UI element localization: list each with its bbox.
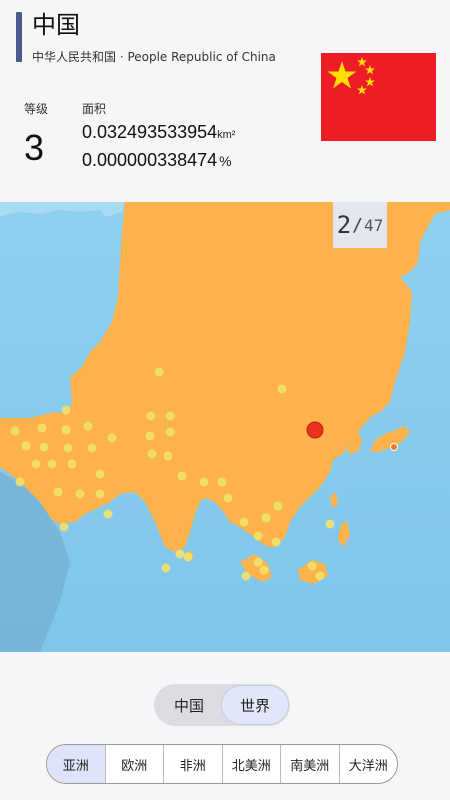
city-marker bbox=[75, 489, 85, 499]
city-marker bbox=[107, 433, 117, 443]
city-marker bbox=[253, 557, 263, 567]
city-marker bbox=[95, 489, 105, 499]
city-marker bbox=[83, 421, 93, 431]
rank-label: 等级 bbox=[24, 102, 49, 116]
city-marker bbox=[67, 459, 77, 469]
area-km2-value: 0.032493533954 bbox=[82, 122, 218, 142]
city-marker bbox=[199, 477, 209, 487]
area-km2-unit: km² bbox=[217, 129, 236, 141]
area-percent-value: 0.000000338474 bbox=[82, 150, 218, 170]
city-marker bbox=[273, 501, 283, 511]
title-accent-bar bbox=[16, 12, 22, 62]
area-label: 面积 bbox=[82, 102, 107, 116]
tab-north-america[interactable]: 北美洲 bbox=[223, 745, 281, 783]
continent-tabs: 亚洲 欧洲 非洲 北美洲 南美洲 大洋洲 bbox=[46, 744, 398, 784]
tab-asia[interactable]: 亚洲 bbox=[47, 745, 106, 783]
area-percent-row: 0.000000338474% bbox=[82, 148, 232, 173]
city-marker bbox=[103, 509, 113, 519]
city-marker bbox=[39, 442, 49, 452]
city-marker bbox=[154, 367, 164, 377]
country-title: 中国 bbox=[32, 11, 80, 39]
city-marker bbox=[95, 469, 105, 479]
city-marker bbox=[277, 384, 287, 394]
city-marker bbox=[177, 471, 187, 481]
china-flag-icon bbox=[321, 53, 436, 141]
city-marker bbox=[53, 487, 63, 497]
city-marker bbox=[325, 519, 335, 529]
page-total: 47 bbox=[364, 215, 384, 235]
city-marker bbox=[87, 443, 97, 453]
city-marker bbox=[47, 459, 57, 469]
city-marker bbox=[31, 459, 41, 469]
city-marker bbox=[165, 411, 175, 421]
city-marker bbox=[259, 565, 269, 575]
city-marker bbox=[10, 426, 20, 436]
map-canvas[interactable] bbox=[0, 202, 450, 652]
city-marker bbox=[161, 563, 171, 573]
page-current: 2 bbox=[336, 211, 352, 239]
area-percent-unit: % bbox=[219, 153, 232, 169]
country-header: 中国 中华人民共和国 · People Republic of China 等级… bbox=[0, 0, 450, 200]
city-marker bbox=[217, 477, 227, 487]
city-marker bbox=[61, 405, 71, 415]
tokyo-pin[interactable] bbox=[390, 443, 398, 451]
city-marker bbox=[146, 411, 156, 421]
city-marker bbox=[261, 513, 271, 523]
city-marker bbox=[307, 561, 317, 571]
tab-europe[interactable]: 欧洲 bbox=[106, 745, 164, 783]
city-marker bbox=[21, 441, 31, 451]
tab-africa[interactable]: 非洲 bbox=[164, 745, 223, 783]
tab-oceania[interactable]: 大洋洲 bbox=[340, 745, 398, 783]
city-marker bbox=[239, 517, 249, 527]
city-marker bbox=[241, 571, 251, 581]
city-marker bbox=[223, 493, 233, 503]
city-marker bbox=[163, 451, 173, 461]
city-marker bbox=[63, 443, 73, 453]
city-marker bbox=[165, 427, 175, 437]
rank-value: 3 bbox=[24, 127, 45, 168]
city-marker bbox=[175, 549, 185, 559]
capital-pin[interactable] bbox=[306, 421, 324, 439]
page-separator: / bbox=[352, 214, 364, 236]
page-indicator: 2/47 bbox=[333, 202, 387, 248]
area-km2-row: 0.032493533954km² bbox=[82, 120, 235, 147]
city-marker bbox=[37, 423, 47, 433]
toggle-world[interactable]: 世界 bbox=[222, 686, 288, 724]
city-marker bbox=[145, 431, 155, 441]
city-marker bbox=[15, 477, 25, 487]
city-marker bbox=[61, 425, 71, 435]
scope-toggle[interactable]: 中国 世界 bbox=[154, 684, 290, 726]
toggle-china[interactable]: 中国 bbox=[156, 686, 222, 724]
tab-south-america[interactable]: 南美洲 bbox=[281, 745, 340, 783]
city-marker bbox=[183, 552, 193, 562]
city-marker bbox=[253, 531, 263, 541]
world-map[interactable] bbox=[0, 202, 450, 652]
city-marker bbox=[315, 571, 325, 581]
city-marker bbox=[59, 522, 69, 532]
city-marker bbox=[147, 449, 157, 459]
country-full-name: 中华人民共和国 · People Republic of China bbox=[32, 50, 276, 64]
city-marker bbox=[271, 537, 281, 547]
